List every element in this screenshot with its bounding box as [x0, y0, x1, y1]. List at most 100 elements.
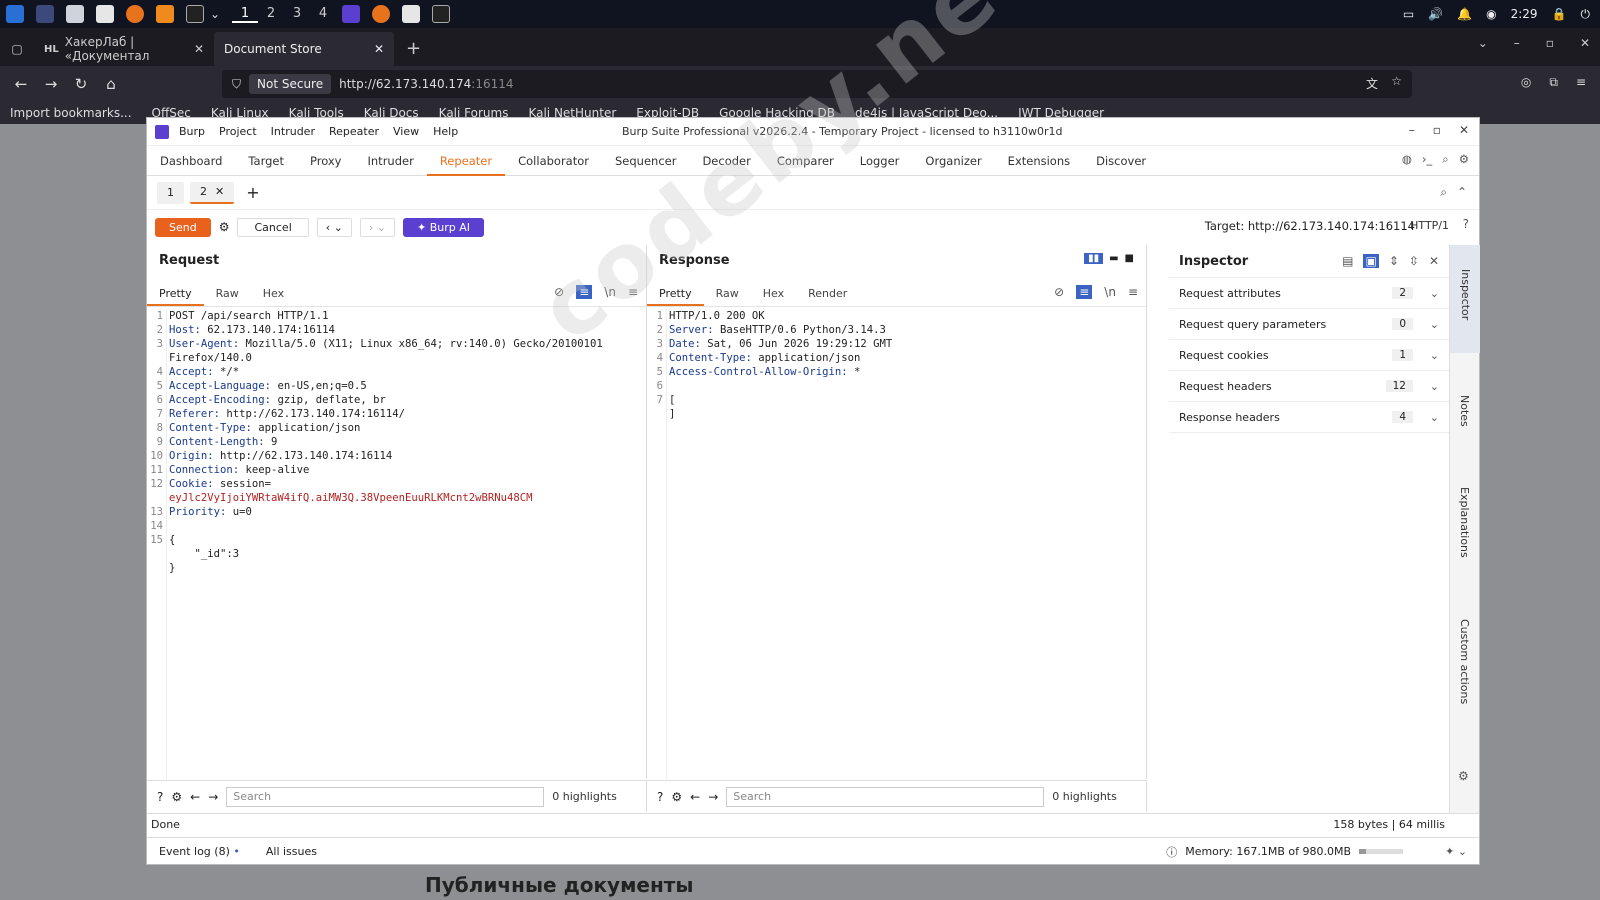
- request-editor[interactable]: 1 POST /api/search HTTP/1.1 2 Host: 62.173.…: [147, 309, 646, 575]
- search-input[interactable]: Search: [226, 786, 545, 807]
- minimize-icon[interactable]: –: [1409, 123, 1415, 137]
- next-icon[interactable]: →: [708, 790, 718, 804]
- maximize-icon[interactable]: ▫: [1433, 123, 1441, 137]
- history-back-button[interactable]: ‹ ⌄: [316, 217, 352, 237]
- account-icon[interactable]: ◎: [1521, 75, 1531, 90]
- http-version[interactable]: HTTP/1: [1410, 219, 1449, 232]
- help-icon[interactable]: ?: [657, 790, 663, 804]
- firefox-task-icon[interactable]: [372, 5, 390, 23]
- nav-discover[interactable]: Discover: [1083, 146, 1159, 176]
- menu-item-help[interactable]: Help: [433, 125, 458, 138]
- inspector-row[interactable]: Response headers 4 ⌄: [1169, 402, 1449, 433]
- close-window-icon[interactable]: ✕: [1580, 36, 1590, 50]
- inspector-row[interactable]: Request query parameters 0 ⌄: [1169, 309, 1449, 340]
- translate-icon[interactable]: 文: [1366, 75, 1378, 92]
- nav-collaborator[interactable]: Collaborator: [505, 146, 602, 176]
- view-tab-raw[interactable]: Raw: [704, 283, 751, 306]
- forward-icon[interactable]: →: [36, 75, 66, 93]
- repeater-tab-1[interactable]: 1: [157, 181, 184, 204]
- terminal-icon[interactable]: [186, 5, 204, 23]
- send-button[interactable]: Send: [155, 217, 211, 237]
- new-tab-button[interactable]: +: [394, 32, 433, 66]
- minimize-icon[interactable]: –: [1514, 36, 1520, 50]
- view-tab-raw[interactable]: Raw: [204, 283, 251, 306]
- layout-active-icon[interactable]: ▣: [1363, 254, 1379, 268]
- desktop-icon[interactable]: [36, 5, 54, 23]
- display-icon[interactable]: ▭: [1403, 7, 1414, 21]
- help-icon[interactable]: ?: [157, 790, 163, 804]
- not-secure-badge[interactable]: Not Secure: [249, 74, 332, 94]
- url-text[interactable]: http://62.173.140.174:16114: [339, 77, 513, 91]
- inspector-row[interactable]: Request cookies 1 ⌄: [1169, 340, 1449, 371]
- power-icon[interactable]: ◉: [1486, 7, 1496, 21]
- back-icon[interactable]: ←: [6, 75, 36, 93]
- nav-dashboard[interactable]: Dashboard: [147, 146, 235, 176]
- notification-icon[interactable]: 🔔: [1457, 7, 1472, 21]
- repeater-tab-2[interactable]: 2 ✕: [190, 181, 235, 204]
- view-tab-pretty[interactable]: Pretty: [147, 283, 204, 306]
- tab-overview-icon[interactable]: ▢: [0, 32, 34, 66]
- terminal-task-icon[interactable]: [432, 5, 450, 23]
- close-icon[interactable]: ✕: [374, 42, 384, 56]
- file-manager-icon[interactable]: [66, 5, 84, 23]
- reload-icon[interactable]: ↻: [66, 75, 96, 93]
- hide-icon[interactable]: ⊘: [1054, 285, 1064, 299]
- cancel-button[interactable]: Cancel: [237, 217, 309, 237]
- bookmark-star-icon[interactable]: ☆: [1391, 74, 1402, 88]
- chevron-down-icon[interactable]: ⌄: [1430, 318, 1439, 331]
- search-icon[interactable]: ⌕: [1442, 152, 1448, 167]
- menu-item-intruder[interactable]: Intruder: [271, 125, 315, 138]
- menu-icon[interactable]: ≡: [1576, 75, 1586, 90]
- lock-icon[interactable]: 🔒: [1552, 7, 1567, 21]
- chevron-down-icon[interactable]: ⌄: [1430, 349, 1439, 362]
- bookmark-item[interactable]: Import bookmarks...: [10, 106, 132, 120]
- burp-launcher-icon[interactable]: [156, 5, 174, 23]
- burp-task-icon[interactable]: [342, 5, 360, 23]
- collapse-icon[interactable]: ⇳: [1409, 254, 1419, 268]
- close-icon[interactable]: ✕: [215, 185, 224, 198]
- response-editor[interactable]: 1 HTTP/1.0 200 OK 2 Server: BaseHTTP/0.6 Py…: [647, 309, 1146, 421]
- close-icon[interactable]: ✕: [1459, 123, 1469, 137]
- kali-menu-icon[interactable]: [6, 5, 24, 23]
- close-icon[interactable]: ✕: [194, 42, 204, 56]
- nav-proxy[interactable]: Proxy: [297, 146, 355, 176]
- single-pane-icon[interactable]: ■: [1125, 253, 1134, 264]
- wrap-icon[interactable]: ≡: [1076, 285, 1093, 299]
- sidebar-tab-explanations[interactable]: Explanations: [1458, 487, 1471, 558]
- workspace-2[interactable]: 2: [258, 6, 284, 23]
- menu-item-burp[interactable]: Burp: [179, 125, 205, 138]
- chevron-down-icon[interactable]: ⌄: [1430, 380, 1439, 393]
- browser-tab-document-store[interactable]: Document Store ✕: [214, 32, 394, 66]
- nav-extensions[interactable]: Extensions: [995, 146, 1083, 176]
- extensions-icon[interactable]: ⧉: [1549, 75, 1558, 90]
- close-icon[interactable]: ✕: [1429, 254, 1439, 268]
- prev-icon[interactable]: ←: [190, 790, 200, 804]
- gear-icon[interactable]: ⚙: [1458, 769, 1469, 783]
- burp-ai-button[interactable]: ✦ Burp AI: [403, 217, 485, 237]
- sidebar-tab-inspector[interactable]: Inspector: [1450, 245, 1480, 353]
- chevron-down-icon[interactable]: ⌄: [1430, 411, 1439, 424]
- maximize-icon[interactable]: ▫: [1546, 36, 1554, 50]
- search-icon[interactable]: ⌕: [1440, 185, 1447, 200]
- view-tab-hex[interactable]: Hex: [251, 283, 296, 306]
- menu-item-repeater[interactable]: Repeater: [329, 125, 379, 138]
- gear-icon[interactable]: ⚙: [671, 790, 682, 804]
- target-label[interactable]: Target: http://62.173.140.174:16114: [1205, 219, 1415, 233]
- chevron-down-icon[interactable]: ⌄: [210, 7, 224, 21]
- editor-task-icon[interactable]: [402, 5, 420, 23]
- gear-icon[interactable]: ⚙: [1459, 152, 1469, 167]
- sidebar-tab-custom-actions[interactable]: Custom actions: [1458, 619, 1471, 704]
- layout-icon[interactable]: ▤: [1342, 254, 1353, 268]
- text-editor-icon[interactable]: [96, 5, 114, 23]
- event-log-link[interactable]: Event log (8) •: [159, 845, 240, 858]
- view-tab-hex[interactable]: Hex: [751, 283, 796, 306]
- expand-icon[interactable]: ⇕: [1389, 254, 1399, 268]
- home-icon[interactable]: ⌂: [96, 75, 126, 93]
- sidebar-tab-notes[interactable]: Notes: [1458, 395, 1471, 427]
- nav-intruder[interactable]: Intruder: [355, 146, 427, 176]
- workspace-1[interactable]: 1: [232, 6, 258, 23]
- chevron-down-icon[interactable]: ⌄: [1430, 287, 1439, 300]
- menu-item-project[interactable]: Project: [219, 125, 257, 138]
- workspace-4[interactable]: 4: [310, 6, 336, 23]
- prev-icon[interactable]: ←: [690, 790, 700, 804]
